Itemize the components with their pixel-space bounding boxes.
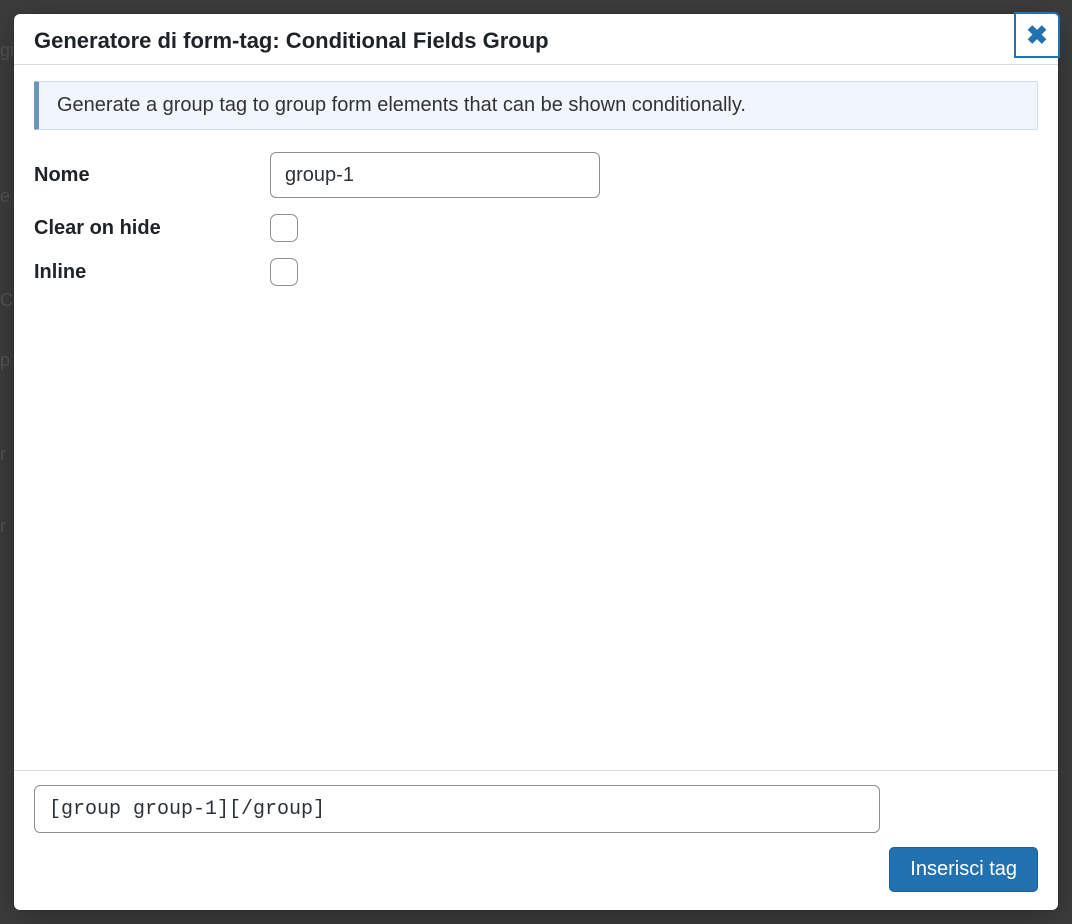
modal-footer: Inserisci tag [14,770,1058,910]
name-row: Nome [34,152,1038,198]
close-icon: ✖ [1026,20,1048,51]
info-banner: Generate a group tag to group form eleme… [34,81,1038,130]
form-tag-generator-modal: Generatore di form-tag: Conditional Fiel… [14,14,1058,910]
modal-header: Generatore di form-tag: Conditional Fiel… [14,14,1058,65]
generated-tag-input[interactable] [34,785,880,833]
inline-row: Inline [34,258,1038,286]
clear-on-hide-label: Clear on hide [34,217,270,240]
clear-on-hide-checkbox[interactable] [270,214,298,242]
inline-checkbox[interactable] [270,258,298,286]
modal-body: Generate a group tag to group form eleme… [14,65,1058,770]
footer-actions: Inserisci tag [34,847,1038,892]
modal-title: Generatore di form-tag: Conditional Fiel… [34,28,1038,54]
close-button[interactable]: ✖ [1014,12,1060,58]
inline-label: Inline [34,261,270,284]
name-label: Nome [34,164,270,187]
clear-on-hide-row: Clear on hide [34,214,1038,242]
name-input[interactable] [270,152,600,198]
insert-tag-button[interactable]: Inserisci tag [889,847,1038,892]
